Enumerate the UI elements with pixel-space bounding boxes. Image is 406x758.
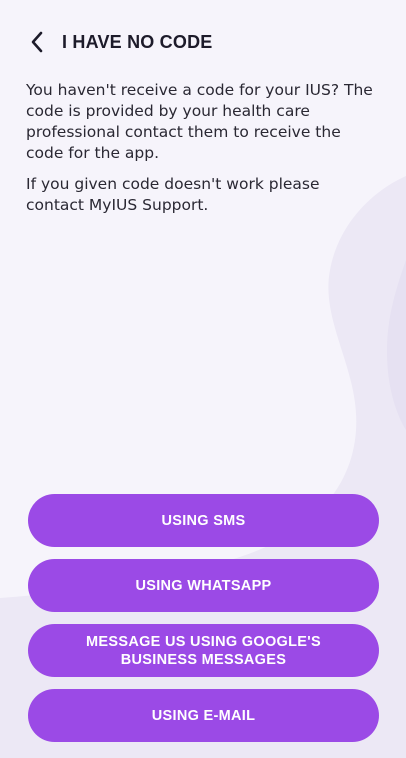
contact-options: USING SMS USING WHATSAPP MESSAGE US USIN… xyxy=(28,494,379,754)
whatsapp-button[interactable]: USING WHATSAPP xyxy=(28,559,379,612)
app-screen: I HAVE NO CODE You haven't receive a cod… xyxy=(0,0,406,758)
info-paragraph: You haven't receive a code for your IUS?… xyxy=(26,81,373,162)
page-title: I HAVE NO CODE xyxy=(62,31,213,52)
header: I HAVE NO CODE xyxy=(26,30,212,54)
info-content: You haven't receive a code for your IUS?… xyxy=(26,80,378,226)
email-button[interactable]: USING E-MAIL xyxy=(28,689,379,742)
back-button[interactable] xyxy=(26,30,48,54)
support-paragraph: If you given code doesn't work please co… xyxy=(26,175,320,214)
chevron-left-icon xyxy=(31,31,43,53)
sms-button[interactable]: USING SMS xyxy=(28,494,379,547)
google-business-messages-button[interactable]: MESSAGE US USING GOOGLE'S BUSINESS MESSA… xyxy=(28,624,379,677)
